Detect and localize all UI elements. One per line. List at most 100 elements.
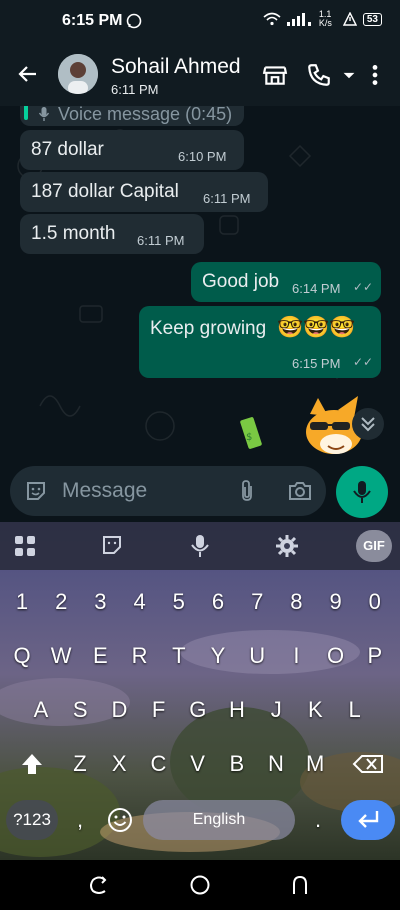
key-m[interactable]: M bbox=[297, 744, 333, 784]
read-receipt-icon: ✓✓ bbox=[353, 280, 374, 294]
shift-icon bbox=[22, 754, 42, 774]
microphone-icon bbox=[38, 107, 50, 121]
contact-name[interactable]: Sohail Ahmed bbox=[111, 55, 241, 79]
key-8[interactable]: 8 bbox=[278, 582, 314, 622]
period-key[interactable]: . bbox=[300, 800, 336, 840]
incoming-message[interactable]: 187 dollar Capital 6:11 PM bbox=[20, 172, 268, 212]
backspace-key[interactable] bbox=[350, 744, 386, 784]
key-9[interactable]: 9 bbox=[318, 582, 354, 622]
network-speed: 1.1 K/s bbox=[318, 9, 332, 28]
key-i[interactable]: I bbox=[278, 636, 314, 676]
message-text: 187 dollar Capital bbox=[31, 181, 179, 202]
key-r[interactable]: R bbox=[122, 636, 158, 676]
voice-call-icon[interactable] bbox=[306, 62, 332, 88]
message-time: 6:15 PM bbox=[292, 356, 341, 371]
key-l[interactable]: L bbox=[337, 690, 373, 730]
chevron-down-icon[interactable] bbox=[336, 62, 362, 88]
key-j[interactable]: J bbox=[258, 690, 294, 730]
message-time: 6:11 PM bbox=[137, 233, 185, 248]
key-z[interactable]: Z bbox=[62, 744, 98, 784]
keyboard: GIF 1234567890 QWERTYUIOP ASDFGHJKL ZXCVBNM… bbox=[0, 522, 400, 860]
attach-icon[interactable] bbox=[236, 479, 258, 503]
comma-key[interactable]: , bbox=[62, 800, 98, 840]
key-p[interactable]: P bbox=[357, 636, 393, 676]
battery-icon: 53 bbox=[362, 12, 382, 26]
message-emoji: 🤓🤓🤓 bbox=[277, 316, 356, 339]
settings-gear-icon[interactable] bbox=[275, 534, 299, 558]
emoji-key[interactable] bbox=[106, 806, 134, 834]
voice-typing-icon[interactable] bbox=[190, 534, 210, 558]
outgoing-message[interactable]: Keep growing 🤓🤓🤓 6:15 PM ✓✓ bbox=[139, 306, 381, 378]
key-k[interactable]: K bbox=[297, 690, 333, 730]
key-c[interactable]: C bbox=[140, 744, 176, 784]
enter-key[interactable] bbox=[341, 800, 395, 840]
key-4[interactable]: 4 bbox=[122, 582, 158, 622]
shift-key[interactable] bbox=[16, 744, 48, 784]
back-nav-icon[interactable] bbox=[289, 874, 311, 896]
key-o[interactable]: O bbox=[318, 636, 354, 676]
key-3[interactable]: 3 bbox=[82, 582, 118, 622]
key-1[interactable]: 1 bbox=[4, 582, 40, 622]
avatar[interactable] bbox=[58, 54, 98, 94]
key-q[interactable]: Q bbox=[4, 636, 40, 676]
key-b[interactable]: B bbox=[219, 744, 255, 784]
message-time: 6:11 PM bbox=[203, 191, 251, 206]
key-5[interactable]: 5 bbox=[161, 582, 197, 622]
message-time: 6:10 PM bbox=[178, 149, 227, 164]
key-v[interactable]: V bbox=[180, 744, 216, 784]
key-x[interactable]: X bbox=[101, 744, 137, 784]
more-options-icon[interactable] bbox=[362, 62, 388, 88]
key-f[interactable]: F bbox=[141, 690, 177, 730]
key-g[interactable]: G bbox=[180, 690, 216, 730]
keyboard-toolbar: GIF bbox=[0, 522, 400, 570]
read-receipt-icon: ✓✓ bbox=[353, 355, 374, 369]
key-7[interactable]: 7 bbox=[239, 582, 275, 622]
key-2[interactable]: 2 bbox=[43, 582, 79, 622]
home-icon[interactable] bbox=[189, 874, 211, 896]
key-n[interactable]: N bbox=[258, 744, 294, 784]
message-input[interactable]: Message bbox=[62, 479, 147, 503]
voice-record-button[interactable] bbox=[336, 466, 388, 518]
voice-message-label: Voice message (0:45) bbox=[58, 106, 233, 124]
key-t[interactable]: T bbox=[161, 636, 197, 676]
key-a[interactable]: A bbox=[23, 690, 59, 730]
incoming-message[interactable]: 1.5 month 6:11 PM bbox=[20, 214, 204, 254]
key-d[interactable]: D bbox=[101, 690, 137, 730]
key-u[interactable]: U bbox=[239, 636, 275, 676]
sticker[interactable]: $ bbox=[240, 392, 364, 462]
emoji-icon bbox=[108, 808, 132, 832]
gif-button[interactable]: GIF bbox=[356, 530, 392, 562]
back-arrow-icon[interactable] bbox=[16, 62, 40, 86]
wifi-icon bbox=[263, 12, 281, 26]
incoming-message[interactable]: 87 dollar 6:10 PM bbox=[20, 130, 244, 170]
symbols-key[interactable]: ?123 bbox=[6, 800, 58, 840]
space-bar-label: English bbox=[192, 811, 246, 828]
key-w[interactable]: W bbox=[43, 636, 79, 676]
key-s[interactable]: S bbox=[62, 690, 98, 730]
symbols-key-label: ?123 bbox=[13, 810, 51, 829]
key-0[interactable]: 0 bbox=[357, 582, 393, 622]
signal-icon bbox=[286, 13, 311, 26]
message-text: 1.5 month bbox=[31, 223, 116, 244]
key-h[interactable]: H bbox=[219, 690, 255, 730]
backspace-icon bbox=[352, 755, 383, 773]
scroll-to-bottom-button[interactable] bbox=[352, 408, 384, 440]
last-seen: 6:11 PM bbox=[111, 82, 159, 97]
recent-apps-icon[interactable] bbox=[88, 874, 110, 896]
store-icon[interactable] bbox=[262, 62, 288, 88]
space-bar[interactable]: English bbox=[143, 800, 295, 840]
message-text: 87 dollar bbox=[31, 139, 104, 160]
sticker-emoji-icon[interactable] bbox=[24, 479, 48, 503]
camera-icon[interactable] bbox=[288, 480, 312, 502]
status-bar: 6:15 PM 1.1 K/s 53 bbox=[0, 0, 400, 44]
apps-grid-icon[interactable] bbox=[14, 535, 36, 557]
key-e[interactable]: E bbox=[82, 636, 118, 676]
key-y[interactable]: Y bbox=[200, 636, 236, 676]
key-6[interactable]: 6 bbox=[200, 582, 236, 622]
message-text: Good job bbox=[202, 271, 280, 292]
outgoing-message[interactable]: Good job 6:14 PM ✓✓ bbox=[191, 262, 381, 302]
status-time: 6:15 PM bbox=[62, 12, 123, 29]
sticker-icon[interactable] bbox=[101, 534, 123, 556]
message-list[interactable]: Voice message (0:45) 87 dollar 6:10 PM 1… bbox=[0, 106, 400, 462]
voice-message-bubble[interactable]: Voice message (0:45) bbox=[20, 106, 244, 126]
